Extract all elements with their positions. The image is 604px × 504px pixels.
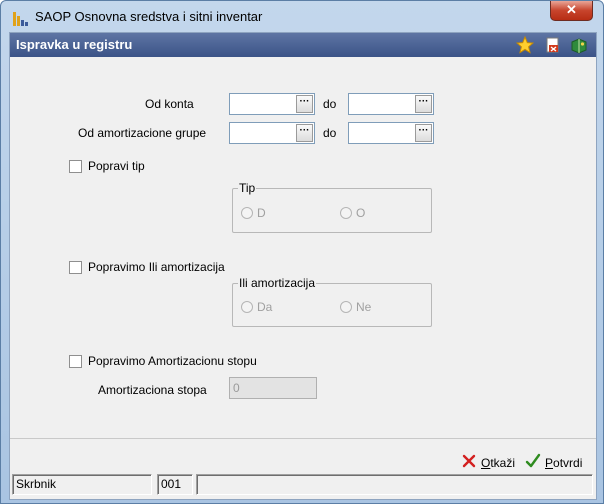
tip-o-radio[interactable] [340, 207, 352, 219]
popravimo-stopu-label: Popravimo Amortizacionu stopu [88, 354, 257, 368]
dialog-title: Ispravka u registru [16, 37, 133, 52]
ili-amortizacija-groupbox: Ili amortizacija Da Ne [232, 276, 432, 327]
title-bar: SAOP Osnovna sredstva i sitni inventar ✕ [1, 1, 603, 33]
star-icon[interactable] [515, 35, 535, 54]
popravimo-ili-checkbox[interactable] [69, 261, 82, 274]
dialog-client: Ispravka u registru Od konta ··· do ··· … [9, 32, 597, 500]
grupa-to-field[interactable]: ··· [348, 122, 434, 144]
book-icon[interactable] [570, 36, 588, 54]
popravimo-ili-label: Popravimo Ili amortizacija [88, 260, 225, 274]
app-window: SAOP Osnovna sredstva i sitni inventar ✕… [0, 0, 604, 504]
app-logo-icon [13, 10, 29, 26]
ili-ne-radio[interactable] [340, 301, 352, 313]
tip-o-label: O [356, 206, 366, 220]
grupa-from-lookup-button[interactable]: ··· [296, 124, 313, 142]
konto-label: Od konta [145, 97, 194, 111]
cancel-x-icon [461, 453, 477, 469]
footer-divider [10, 438, 596, 439]
konto-from-field[interactable]: ··· [229, 93, 315, 115]
konto-from-lookup-button[interactable]: ··· [296, 95, 313, 113]
status-code: 001 [157, 474, 193, 495]
grupa-to-lookup-button[interactable]: ··· [415, 124, 432, 142]
ili-group-title: Ili amortizacija [238, 276, 317, 290]
popravi-tip-checkbox[interactable] [69, 160, 82, 173]
window-title: SAOP Osnovna sredstva i sitni inventar [35, 9, 263, 24]
header-bar: Ispravka u registru [10, 33, 596, 57]
tip-d-radio[interactable] [241, 207, 253, 219]
ili-ne-label: Ne [356, 300, 372, 314]
document-delete-icon[interactable] [544, 36, 562, 54]
tip-group-title: Tip [238, 181, 257, 195]
grupa-label: Od amortizacione grupe [78, 126, 207, 140]
konto-to-field[interactable]: ··· [348, 93, 434, 115]
stopa-label: Amortizaciona stopa [98, 383, 207, 397]
stopa-field[interactable]: 0 [229, 377, 317, 399]
checkmark-icon [525, 453, 541, 469]
tip-d-label: D [257, 206, 266, 220]
ili-da-radio[interactable] [241, 301, 253, 313]
status-user: Skrbnik [12, 474, 152, 495]
status-extra [196, 474, 593, 495]
popravi-tip-label: Popravi tip [88, 159, 145, 173]
konto-do-label: do [323, 97, 337, 111]
tip-groupbox: Tip D O [232, 181, 432, 233]
status-bar: Skrbnik 001 [10, 470, 596, 499]
close-button[interactable]: ✕ [550, 1, 593, 21]
ili-da-label: Da [257, 300, 273, 314]
grupa-do-label: do [323, 126, 337, 140]
popravimo-stopu-checkbox[interactable] [69, 355, 82, 368]
konto-to-lookup-button[interactable]: ··· [415, 95, 432, 113]
grupa-from-field[interactable]: ··· [229, 122, 315, 144]
